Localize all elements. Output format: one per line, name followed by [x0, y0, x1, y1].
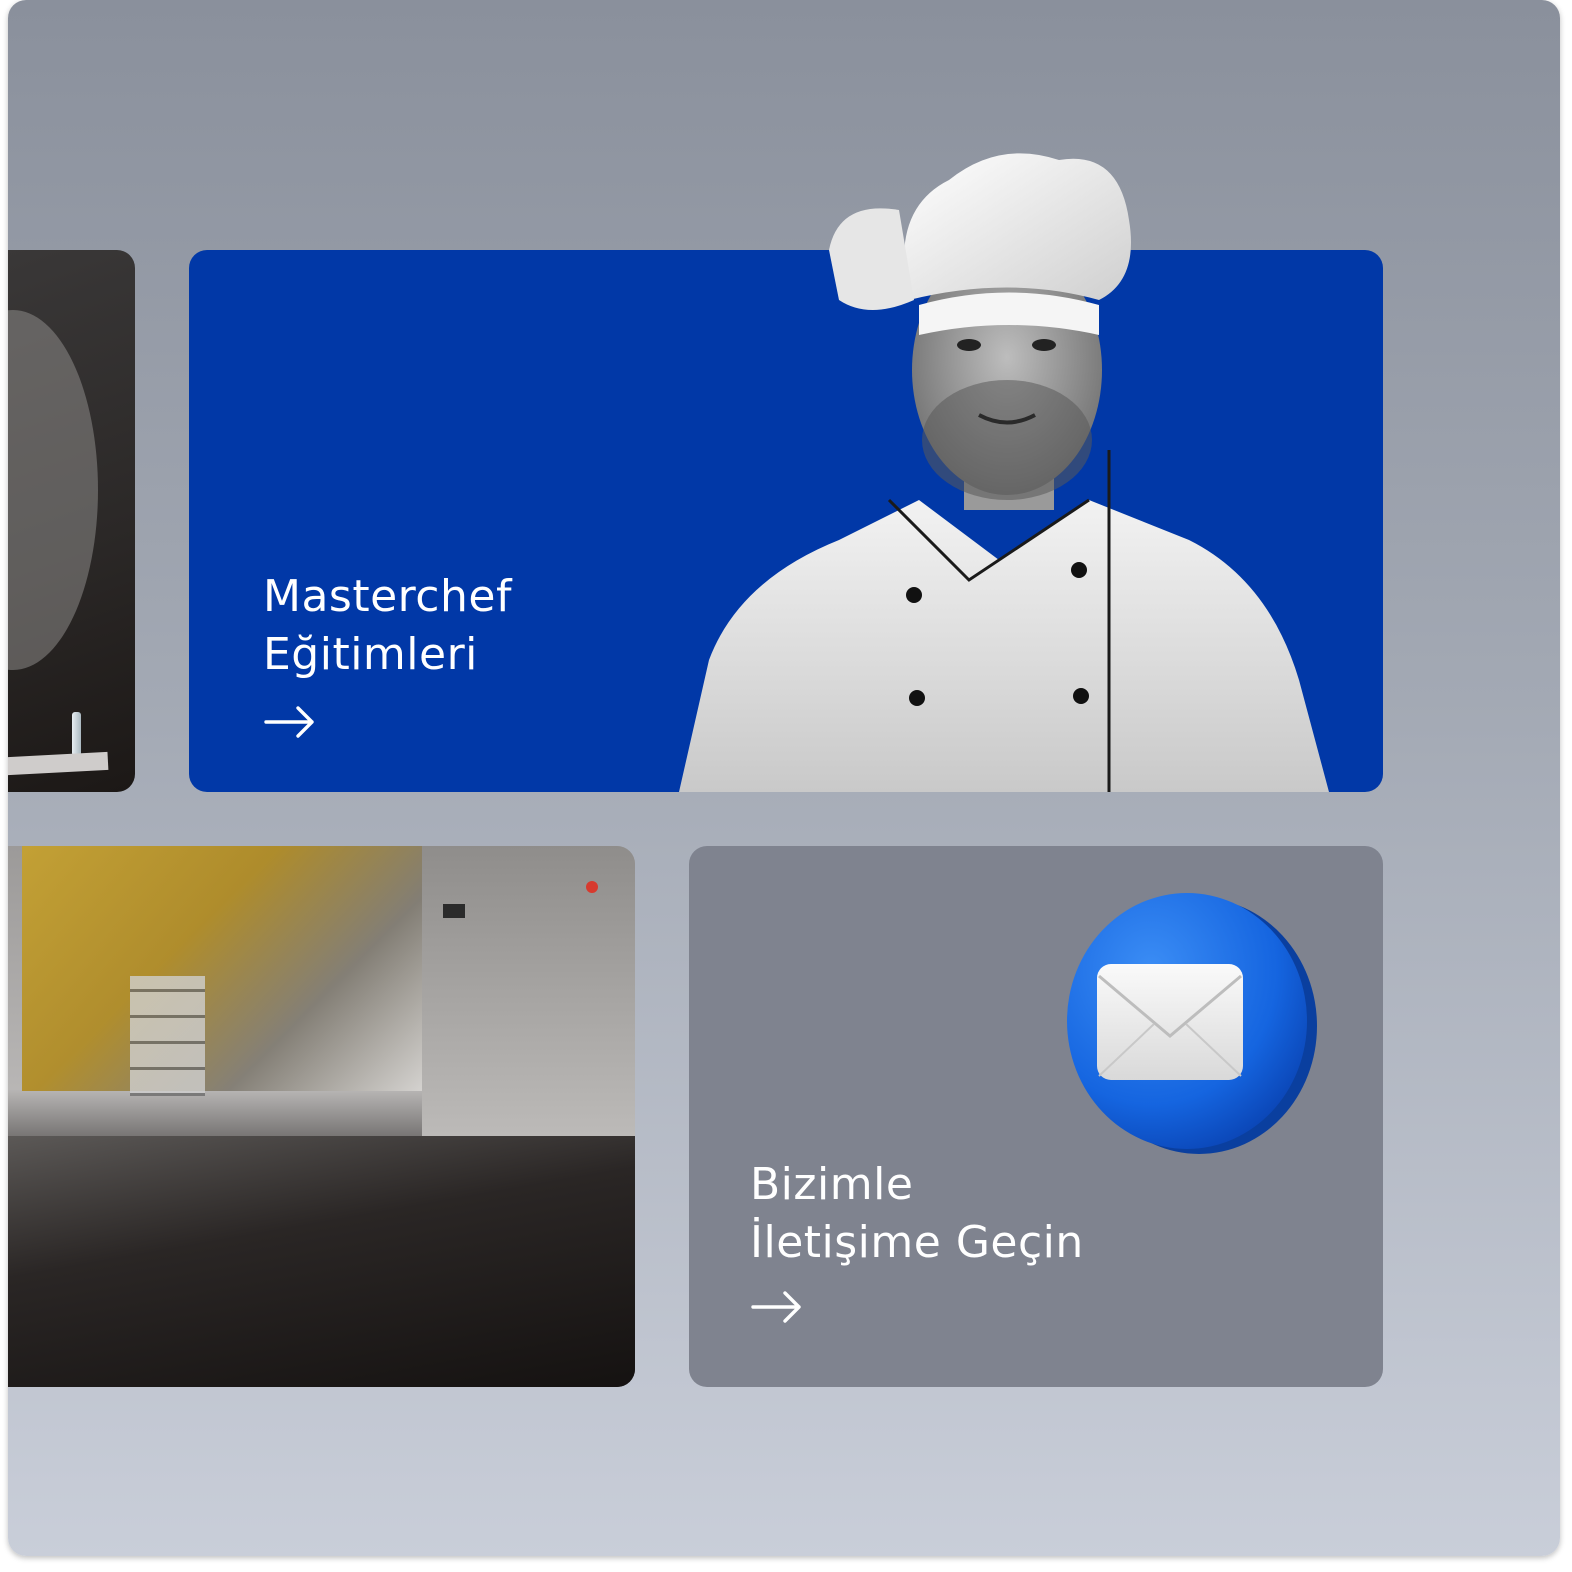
photo-glass-kitchen — [22, 846, 422, 1091]
photo-bottle — [72, 712, 81, 756]
contact-card[interactable]: Bizimle İletişime Geçin — [689, 846, 1383, 1387]
photo-wall — [422, 846, 635, 1136]
contact-title-line2: İletişime Geçin — [750, 1217, 1084, 1268]
page-frame: Masterchef Eğitimleri Bizimle İletişime … — [8, 0, 1560, 1556]
arrow-right-icon[interactable] — [264, 705, 316, 739]
masterchef-title: Masterchef Eğitimleri — [263, 568, 683, 684]
masterchef-card[interactable]: Masterchef Eğitimleri — [189, 153, 1383, 792]
training-photo-card[interactable] — [8, 250, 135, 792]
contact-title-line1: Bizimle — [750, 1159, 914, 1210]
photo-arch — [8, 310, 98, 670]
arrow-right-icon[interactable] — [751, 1290, 803, 1324]
contact-title: Bizimle İletişime Geçin — [750, 1156, 1310, 1272]
photo-floor — [8, 1136, 635, 1387]
photo-table — [8, 751, 109, 777]
masterchef-title-line2: Eğitimleri — [263, 629, 478, 680]
photo-sign — [443, 904, 465, 918]
kitchen-photo-card[interactable] — [8, 846, 635, 1387]
photo-shelf-rack — [130, 976, 205, 1096]
masterchef-title-line1: Masterchef — [263, 571, 512, 622]
chef-image — [679, 153, 1329, 792]
mail-icon — [1067, 893, 1317, 1154]
photo-alarm — [586, 881, 598, 893]
